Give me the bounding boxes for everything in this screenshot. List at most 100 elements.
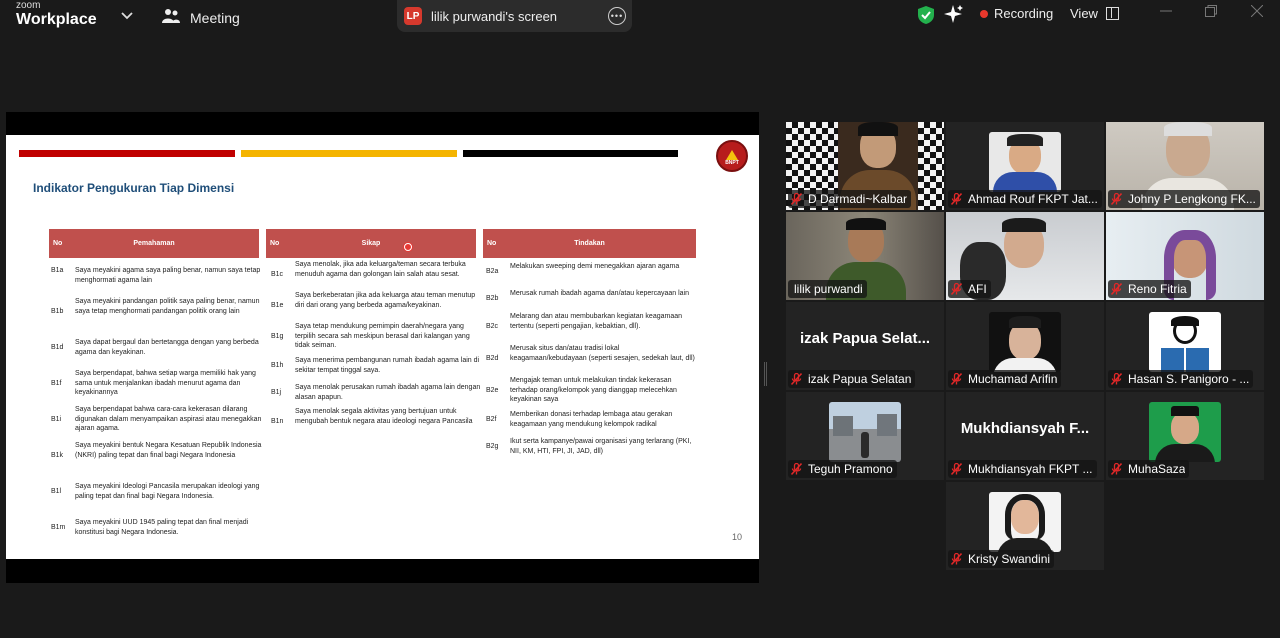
sparkle-icon[interactable] <box>944 4 964 29</box>
mic-muted-icon <box>951 463 962 475</box>
pemahaman-column: No Pemahaman <box>49 229 259 258</box>
brand-name: Workplace <box>16 11 97 28</box>
participant-tile[interactable]: Reno Fitria <box>1106 212 1264 300</box>
participant-hair <box>1164 122 1212 136</box>
participant-tile[interactable]: Ahmad Rouf FKPT Jat... <box>946 122 1104 210</box>
table-row: B1a Saya meyakini agama saya paling benar… <box>51 267 261 284</box>
participant-tile[interactable]: MuhaSaza <box>1106 392 1264 480</box>
participant-avatar <box>989 492 1061 552</box>
mic-muted-icon <box>1111 463 1122 475</box>
participant-avatar <box>1149 402 1221 462</box>
sikap-column: No Sikap <box>266 229 476 258</box>
mic-muted-icon <box>791 193 802 205</box>
shield-check-icon[interactable] <box>917 5 935 30</box>
table-row: B1i Saya berpendapat bahwa cara-cara keke… <box>51 406 262 432</box>
column-header: No Sikap <box>266 229 476 258</box>
people-icon <box>162 8 180 27</box>
participant-tile[interactable]: Muchamad Arifin <box>946 302 1104 390</box>
slide-title: Indikator Pengukuran Tiap Dimensi <box>33 181 235 195</box>
participant-tile[interactable]: Johny P Lengkong FK... <box>1106 122 1264 210</box>
mic-muted-icon <box>1111 193 1122 205</box>
meeting-menu[interactable]: Meeting <box>162 8 240 27</box>
app-brand[interactable]: zoom Workplace <box>16 1 97 28</box>
participant-tile[interactable]: Kristy Swandini <box>946 482 1104 570</box>
participant-name: Teguh Pramono <box>808 462 893 476</box>
table-row: B1m Saya meyakini UUD 1945 paling tepat d… <box>51 519 249 536</box>
red-stripe <box>19 150 235 157</box>
recording-indicator[interactable]: Recording <box>980 6 1053 21</box>
column-header: No Pemahaman <box>49 229 259 258</box>
participant-name-tag: Teguh Pramono <box>788 460 897 478</box>
share-indicator[interactable]: LP lilik purwandi's screen ••• <box>397 0 632 32</box>
column-heading: Tindakan <box>574 240 605 247</box>
tindakan-column: No Tindakan <box>483 229 696 258</box>
participant-tile[interactable]: izak Papua Selat... izak Papua Selatan <box>786 302 944 390</box>
participant-name-tag: izak Papua Selatan <box>788 370 916 388</box>
chevron-down-icon[interactable] <box>121 7 133 23</box>
participant-name-tag: Kristy Swandini <box>948 550 1055 568</box>
recording-label: Recording <box>994 6 1054 21</box>
table-row: B2e Mengajak teman untuk melakukan tindak… <box>486 377 677 403</box>
meeting-label: Meeting <box>190 9 240 26</box>
presentation-slide: BNPT Indikator Pengukuran Tiap Dimensi N… <box>6 135 759 559</box>
split-handle[interactable] <box>764 362 767 386</box>
participant-name: izak Papua Selatan <box>808 372 912 386</box>
participant-name-tag: D Darmadi~Kalbar <box>788 190 912 208</box>
participant-avatar <box>829 402 901 462</box>
table-row: B2a Melakukan sweeping demi menegakkan aj… <box>486 263 680 275</box>
mic-muted-icon <box>791 463 802 475</box>
table-row: B2g Ikut serta kampanye/pawai organisasi … <box>486 438 692 455</box>
participant-name: D Darmadi~Kalbar <box>808 192 908 206</box>
mic-muted-icon <box>1111 283 1122 295</box>
no-header: No <box>53 240 63 247</box>
title-bar: zoom Workplace Meeting LP lilik purwandi… <box>0 0 1280 37</box>
participant-tile[interactable]: D Darmadi~Kalbar <box>786 122 944 210</box>
table-row: B1h Saya menerima pembangunan rumah ibada… <box>271 357 480 374</box>
table-row: B2c Melarang dan atau membubarkan kegiata… <box>486 313 683 330</box>
more-icon[interactable]: ••• <box>608 7 626 25</box>
table-row: B1n Saya menolak segala aktivitas yang be… <box>271 408 473 425</box>
participant-name: Reno Fitria <box>1128 282 1187 296</box>
page-number: 10 <box>732 532 743 542</box>
view-label: View <box>1070 6 1098 21</box>
table-row: B1j Saya menolak perusakan rumah ibadah a… <box>271 384 481 401</box>
table-row: B1c Saya menolak, jika ada keluarga/teman… <box>271 261 466 278</box>
participant-tile[interactable]: Teguh Pramono <box>786 392 944 480</box>
participant-tile[interactable]: Mukhdiansyah F... Mukhdiansyah FKPT ... <box>946 392 1104 480</box>
participant-tile[interactable]: AFI <box>946 212 1104 300</box>
close-icon[interactable] <box>1250 4 1264 20</box>
table-row: B1d Saya dapat bergaul dan bertetangga de… <box>51 339 259 356</box>
minimize-icon[interactable] <box>1160 4 1172 20</box>
table-row: B1l Saya meyakini Ideologi Pancasila meru… <box>51 483 260 500</box>
participant-tile[interactable]: Hasan S. Panigoro - ... <box>1106 302 1264 390</box>
sharer-avatar: LP <box>404 7 422 25</box>
recording-dot-icon <box>980 9 988 18</box>
table-row: B1k Saya meyakini bentuk Negara Kesatuan … <box>51 442 262 459</box>
participant-name-tag: Reno Fitria <box>1108 280 1191 298</box>
participant-hair <box>846 218 886 230</box>
column-heading: Sikap <box>361 240 381 247</box>
participant-name-tag: Johny P Lengkong FK... <box>1108 190 1260 208</box>
yellow-stripe <box>241 150 457 157</box>
participant-tile-active-speaker[interactable]: lilik purwandi <box>786 212 944 300</box>
participant-name-tag: Mukhdiansyah FKPT ... <box>948 460 1097 478</box>
participant-name-tag: Muchamad Arifin <box>948 370 1062 388</box>
participant-name: Hasan S. Panigoro - ... <box>1128 372 1250 386</box>
participant-name-tag: AFI <box>948 280 991 298</box>
mic-muted-icon <box>951 193 962 205</box>
table-row: B1e Saya berkeberatan jika ada keluarga a… <box>271 292 476 309</box>
mic-muted-icon <box>791 373 802 385</box>
restore-icon[interactable] <box>1205 4 1217 20</box>
participant-name: MuhaSaza <box>1128 462 1186 476</box>
share-title: lilik purwandi's screen <box>431 8 558 24</box>
table-row: B1f Saya berpendapat, bahwa setiap warga … <box>51 370 256 396</box>
no-header: No <box>270 240 280 247</box>
mic-muted-icon <box>951 553 962 565</box>
participant-avatar <box>989 132 1061 192</box>
participant-name-tag: lilik purwandi <box>788 280 867 298</box>
view-button[interactable]: View <box>1070 6 1119 21</box>
black-stripe <box>463 150 678 157</box>
table-row: B2d Merusak situs dan/atau tradisi lokal … <box>486 345 695 362</box>
participant-name: Johny P Lengkong FK... <box>1128 192 1256 206</box>
table-row: B1g Saya tetap mendukung pemimpin daerah/… <box>271 323 470 349</box>
